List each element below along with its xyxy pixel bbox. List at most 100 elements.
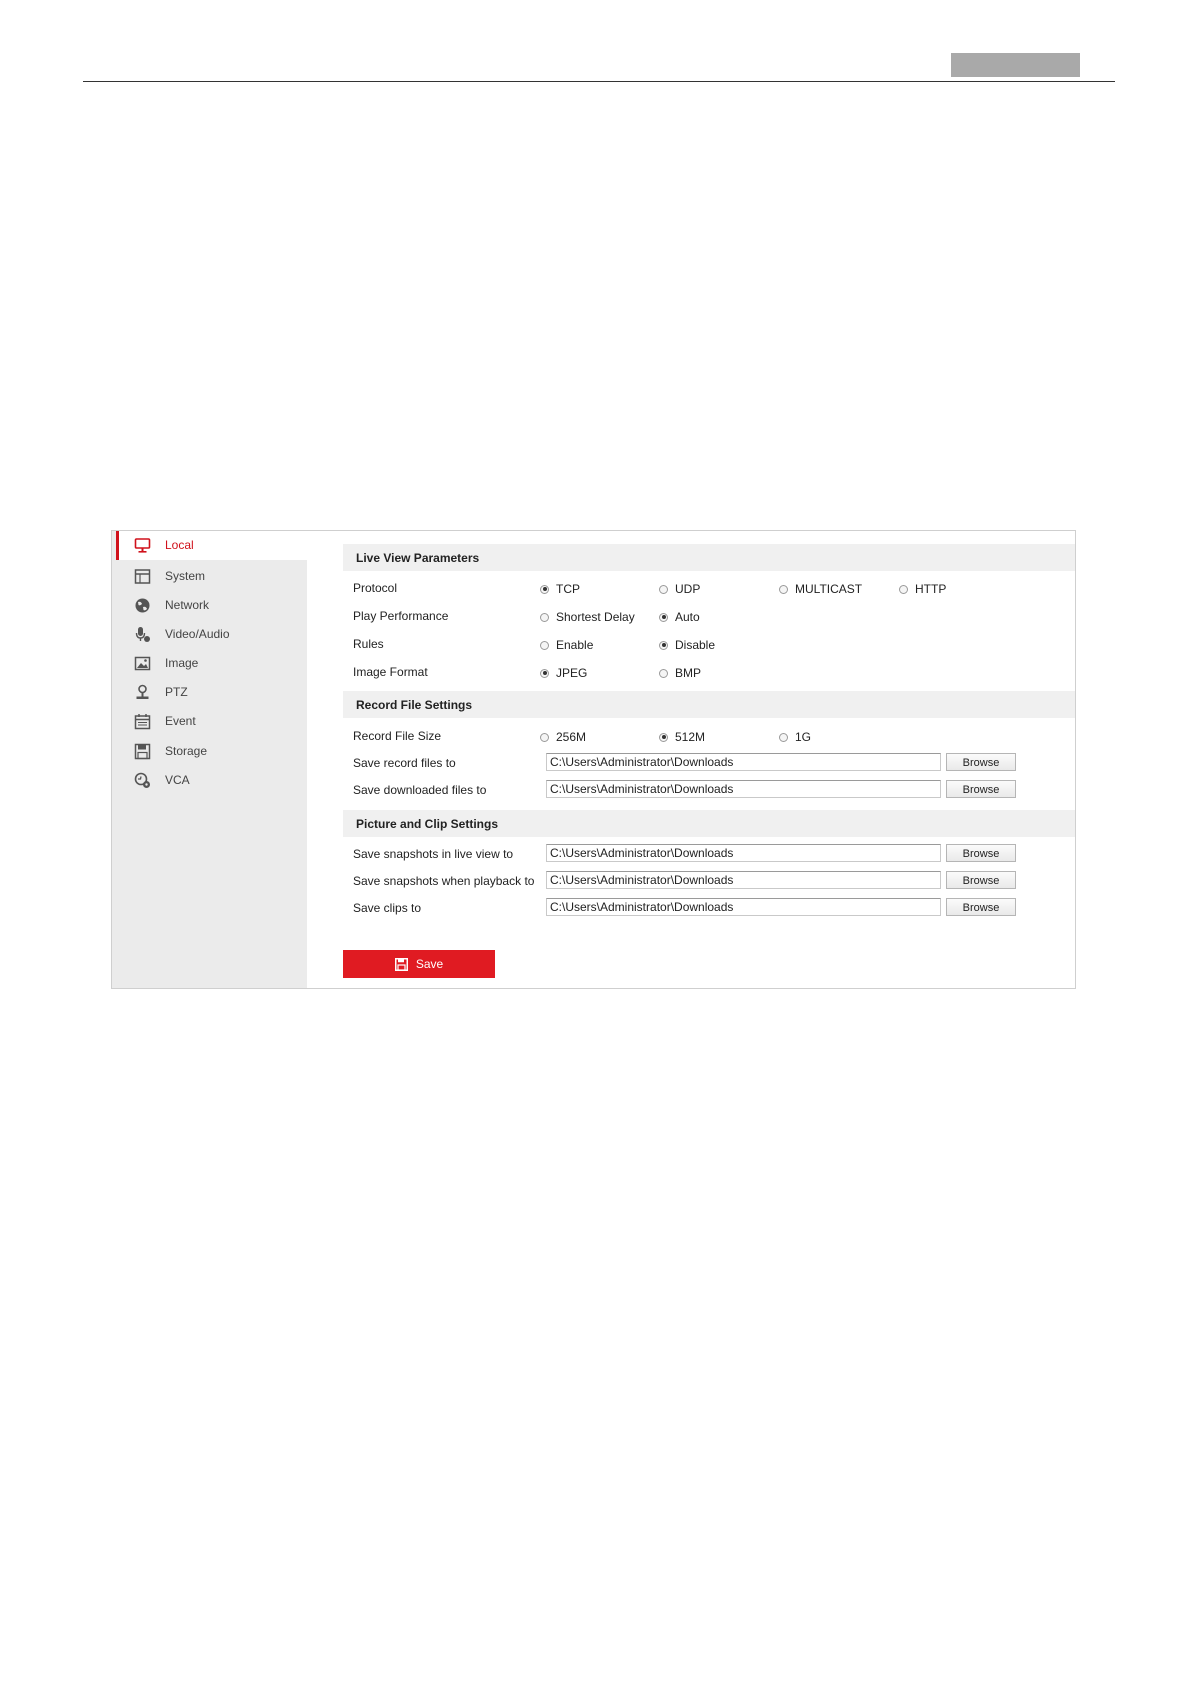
sidebar-item-label: Local (165, 538, 194, 552)
format-bmp-radio[interactable]: BMP (659, 664, 701, 682)
play-shortest-delay-radio[interactable]: Shortest Delay (540, 608, 635, 626)
snap-live-row: Save snapshots in live view to Browse (353, 844, 1023, 864)
protocol-tcp-radio[interactable]: TCP (540, 580, 580, 598)
radio-dot (659, 612, 668, 622)
size-1g-radio[interactable]: 1G (779, 728, 811, 746)
snap-playback-label: Save snapshots when playback to (353, 874, 535, 888)
save-downloaded-label: Save downloaded files to (353, 783, 487, 797)
sidebar-item-label: Event (165, 714, 196, 728)
radio-label: 1G (795, 730, 812, 744)
save-downloaded-browse-button[interactable]: Browse (946, 780, 1016, 798)
clips-row: Save clips to Browse (353, 898, 1023, 918)
sidebar-item-vca[interactable]: VCA (116, 766, 307, 795)
radio-label: JPEG (556, 666, 588, 680)
size-512m-radio[interactable]: 512M (659, 728, 705, 746)
radio-dot (659, 640, 668, 650)
save-downloaded-path-input[interactable] (546, 780, 941, 798)
header-tab-marker (951, 53, 1080, 77)
globe-icon (135, 598, 150, 613)
protocol-multicast-radio[interactable]: MULTICAST (779, 580, 862, 598)
save-record-path-input[interactable] (546, 753, 941, 771)
record-size-row: Record File Size 256M 512M 1G (353, 728, 973, 746)
radio-label: HTTP (915, 582, 947, 596)
record-size-label: Record File Size (353, 729, 442, 743)
vca-gear-icon (134, 772, 150, 788)
sidebar-item-local[interactable]: Local (116, 531, 307, 560)
sidebar-item-label: VCA (165, 773, 190, 787)
radio-dot (659, 584, 668, 594)
play-performance-label: Play Performance (353, 609, 449, 623)
sidebar-item-storage[interactable]: Storage (116, 737, 307, 766)
protocol-udp-radio[interactable]: UDP (659, 580, 700, 598)
sidebar-item-label: Video/Audio (165, 627, 230, 641)
radio-label: BMP (675, 666, 702, 680)
section-header-live-view: Live View Parameters (343, 544, 1075, 571)
sidebar-item-video-audio[interactable]: Video/Audio (116, 620, 307, 649)
radio-dot (659, 732, 668, 742)
sidebar-item-system[interactable]: System (116, 562, 307, 591)
rules-disable-radio[interactable]: Disable (659, 636, 715, 654)
header-rule (83, 81, 1115, 82)
sidebar-item-network[interactable]: Network (116, 591, 307, 620)
clips-browse-button[interactable]: Browse (946, 898, 1016, 916)
snap-live-path-input[interactable] (546, 844, 941, 862)
radio-dot (659, 668, 668, 678)
radio-dot (540, 584, 549, 594)
sidebar-item-label: Image (165, 656, 199, 670)
system-window-icon (134, 569, 151, 584)
size-256m-radio[interactable]: 256M (540, 728, 586, 746)
radio-dot (779, 584, 788, 594)
radio-label: UDP (675, 582, 701, 596)
save-downloaded-row: Save downloaded files to Browse (353, 780, 1023, 800)
format-jpeg-radio[interactable]: JPEG (540, 664, 587, 682)
settings-content: Live View Parameters Protocol TCP UDP MU… (307, 531, 1075, 988)
monitor-icon (134, 538, 151, 553)
rules-label: Rules (353, 637, 384, 651)
radio-label: TCP (556, 582, 580, 596)
radio-label: 512M (675, 730, 706, 744)
rules-enable-radio[interactable]: Enable (540, 636, 593, 654)
sidebar-item-event[interactable]: Event (116, 707, 307, 736)
floppy-disk-icon (394, 957, 408, 971)
play-performance-row: Play Performance Shortest Delay Auto (353, 608, 973, 626)
radio-dot (779, 732, 788, 742)
save-record-label: Save record files to (353, 756, 456, 770)
protocol-row: Protocol TCP UDP MULTICAST HTTP (353, 580, 973, 598)
image-format-row: Image Format JPEG BMP (353, 664, 973, 682)
save-button[interactable]: Save (343, 950, 495, 978)
ptz-user-icon (136, 684, 149, 699)
sidebar-item-label: System (165, 569, 206, 583)
sidebar-item-ptz[interactable]: PTZ (116, 678, 307, 707)
radio-label: Shortest Delay (556, 610, 635, 624)
snap-live-browse-button[interactable]: Browse (946, 844, 1016, 862)
save-record-row: Save record files to Browse (353, 753, 1023, 773)
snap-playback-browse-button[interactable]: Browse (946, 871, 1016, 889)
snap-playback-path-input[interactable] (546, 871, 941, 889)
microphone-icon (135, 627, 150, 642)
floppy-disk-icon (134, 743, 151, 760)
snap-live-label: Save snapshots in live view to (353, 847, 514, 861)
protocol-label: Protocol (353, 581, 398, 595)
snap-playback-row: Save snapshots when playback to Browse (353, 871, 1023, 891)
radio-label: Auto (675, 610, 700, 624)
sidebar: Local System Network Video/Audio Image P… (112, 531, 307, 988)
image-format-label: Image Format (353, 665, 428, 679)
section-header-picture-clip: Picture and Clip Settings (343, 810, 1075, 837)
radio-label: 256M (556, 730, 587, 744)
radio-label: MULTICAST (795, 582, 863, 596)
sidebar-item-label: Network (165, 598, 210, 612)
rules-row: Rules Enable Disable (353, 636, 973, 654)
sidebar-item-label: PTZ (165, 685, 188, 699)
sidebar-item-image[interactable]: Image (116, 649, 307, 678)
clips-label: Save clips to (353, 901, 422, 915)
play-auto-radio[interactable]: Auto (659, 608, 700, 626)
radio-dot (540, 640, 549, 650)
clips-path-input[interactable] (546, 898, 941, 916)
save-record-browse-button[interactable]: Browse (946, 753, 1016, 771)
sidebar-item-label: Storage (165, 744, 208, 758)
protocol-http-radio[interactable]: HTTP (899, 580, 946, 598)
save-button-label: Save (415, 957, 444, 971)
calendar-icon (134, 714, 151, 730)
radio-dot (899, 584, 908, 594)
radio-dot (540, 732, 549, 742)
